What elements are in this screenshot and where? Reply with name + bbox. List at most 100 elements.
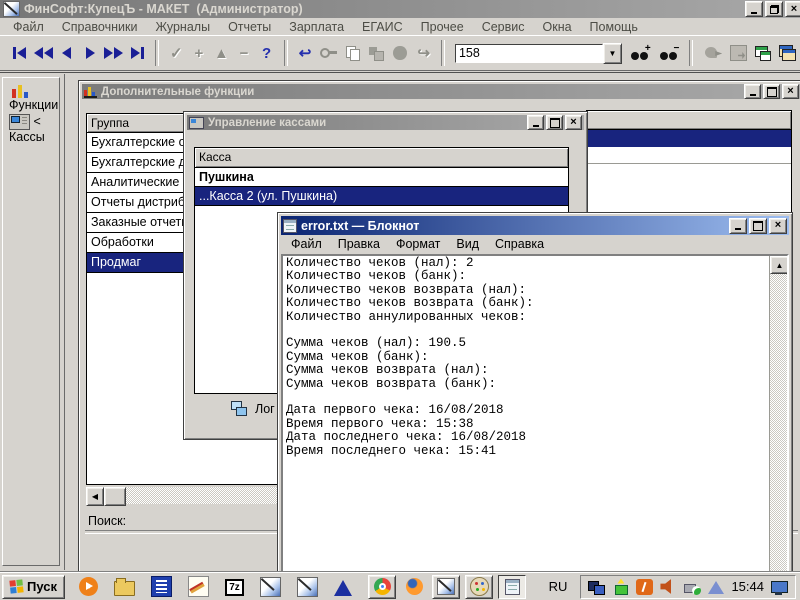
menu-format[interactable]: Формат	[388, 236, 448, 252]
catalog-icon[interactable]	[151, 576, 172, 597]
toolbar-separator	[155, 40, 159, 66]
edit-icon[interactable]: ▲	[210, 45, 233, 62]
search-label: Поиск:	[88, 514, 126, 528]
record-number-input[interactable]	[455, 44, 603, 63]
notepad-vscrollbar[interactable]: ▲	[769, 256, 787, 572]
notepad-text[interactable]: Количество чеков (нал): 2 Количество чек…	[283, 256, 769, 572]
menu-view[interactable]: Вид	[448, 236, 487, 252]
pyramid-icon[interactable]	[334, 580, 352, 596]
notes-icon[interactable]	[188, 576, 209, 597]
refresh-icon[interactable]: ↩	[294, 44, 317, 62]
search-less-icon[interactable]: −	[659, 45, 680, 61]
nav-forward-button[interactable]	[79, 41, 103, 65]
bird-icon[interactable]	[703, 45, 722, 61]
last-icon	[141, 47, 144, 59]
java-tray-icon[interactable]	[636, 579, 653, 595]
functions-list-header[interactable]	[587, 111, 791, 130]
menu-file[interactable]: Файл	[283, 236, 330, 252]
media-player-icon[interactable]	[79, 577, 98, 596]
nav-first-button[interactable]	[8, 41, 32, 65]
new-window-icon[interactable]	[755, 46, 771, 61]
usb-tray-icon[interactable]	[684, 579, 701, 595]
scroll-left-button[interactable]: ◀	[86, 487, 104, 506]
maximize-button[interactable]	[763, 84, 780, 99]
language-indicator[interactable]: RU	[544, 577, 573, 596]
menu-help[interactable]: Справка	[487, 236, 552, 252]
menu-egais[interactable]: ЕГАИС	[353, 19, 412, 35]
redo-icon[interactable]: ↪	[413, 44, 436, 62]
scroll-up-button[interactable]: ▲	[770, 256, 789, 274]
maximize-button[interactable]	[546, 115, 563, 130]
sidebar-item-functions[interactable]: Функции	[9, 84, 59, 112]
report-icon[interactable]	[730, 45, 747, 61]
extra-functions-titlebar[interactable]: Дополнительные функции ×	[82, 84, 800, 99]
nav-back-button[interactable]	[55, 41, 79, 65]
minimize-button[interactable]	[745, 1, 763, 17]
menu-other[interactable]: Прочее	[412, 19, 473, 35]
network-tray-icon[interactable]	[612, 579, 629, 595]
stop-icon[interactable]	[393, 46, 406, 60]
clock[interactable]: 15:44	[731, 579, 764, 594]
cash-window-titlebar[interactable]: Управление кассами ×	[187, 115, 584, 130]
task-palette-button[interactable]	[465, 575, 493, 599]
sidebar-item-cash[interactable]: < Кассы	[9, 114, 59, 144]
cash-row-selected[interactable]: ...Касса 2 (ул. Пушкина)	[195, 187, 568, 206]
minimize-button[interactable]	[729, 218, 747, 234]
task-finsoft-button[interactable]	[432, 575, 460, 599]
cascade-windows-icon[interactable]	[779, 45, 796, 61]
monitor-tray-icon[interactable]	[771, 580, 788, 596]
archiver-icon[interactable]: 7z	[225, 579, 244, 596]
add-icon[interactable]: +	[188, 45, 211, 62]
display-tray-icon[interactable]	[588, 579, 605, 595]
finsoft-icon[interactable]	[297, 577, 318, 597]
task-notepad-button-active[interactable]	[498, 575, 526, 599]
menu-reports[interactable]: Отчеты	[219, 19, 280, 35]
delete-icon[interactable]: −	[233, 45, 256, 62]
task-chrome-button[interactable]	[368, 575, 396, 599]
functions-row-selected[interactable]	[587, 130, 791, 147]
menu-edit[interactable]: Правка	[330, 236, 388, 252]
task-buttons	[368, 575, 526, 599]
close-button[interactable]: ×	[565, 115, 582, 130]
volume-tray-icon[interactable]	[660, 579, 677, 595]
menu-windows[interactable]: Окна	[534, 19, 581, 35]
start-button[interactable]: Пуск	[2, 575, 65, 599]
close-button[interactable]: ×	[785, 1, 800, 17]
nav-fast-forward-button[interactable]	[102, 41, 126, 65]
menu-help[interactable]: Помощь	[581, 19, 647, 35]
functions-row[interactable]	[587, 147, 791, 164]
nav-last-button[interactable]	[126, 41, 150, 65]
main-titlebar[interactable]: ФинСофт:КупецЪ - МАКЕТ (Администратор) ×	[0, 0, 800, 18]
search-more-icon[interactable]: +	[630, 45, 651, 61]
scrollbar-track[interactable]	[770, 274, 787, 572]
key-icon[interactable]	[320, 47, 337, 59]
log-button[interactable]: Лог	[230, 401, 275, 417]
combo-dropdown-button[interactable]: ▼	[603, 43, 622, 64]
menu-file[interactable]: Файл	[4, 19, 53, 35]
cash-row[interactable]: Пушкина	[195, 168, 568, 187]
minimize-icon	[735, 228, 741, 230]
minimize-button[interactable]	[744, 84, 761, 99]
nav-fast-back-button[interactable]	[32, 41, 56, 65]
paste-icon[interactable]	[368, 46, 383, 60]
maximize-button[interactable]	[749, 218, 767, 234]
help-icon[interactable]: ?	[255, 45, 278, 62]
close-button[interactable]: ×	[769, 218, 787, 234]
menu-service[interactable]: Сервис	[473, 19, 534, 35]
task-firefox-button[interactable]	[401, 576, 427, 598]
close-button[interactable]: ×	[782, 84, 799, 99]
menu-salary[interactable]: Зарплата	[280, 19, 353, 35]
triangle-tray-icon[interactable]	[708, 581, 724, 594]
restore-button[interactable]	[765, 1, 783, 17]
menu-directories[interactable]: Справочники	[53, 19, 147, 35]
minimize-icon	[750, 94, 756, 96]
folder-icon[interactable]	[114, 581, 135, 596]
finsoft-icon[interactable]	[260, 577, 281, 597]
copy-icon[interactable]	[345, 46, 360, 60]
minimize-button[interactable]	[527, 115, 544, 130]
menu-journals[interactable]: Журналы	[146, 19, 219, 35]
scrollbar-thumb[interactable]	[104, 487, 126, 506]
notepad-titlebar[interactable]: error.txt — Блокнот ×	[281, 216, 789, 235]
confirm-icon[interactable]: ✓	[165, 44, 188, 62]
cash-list-header[interactable]: Касса	[195, 148, 568, 168]
